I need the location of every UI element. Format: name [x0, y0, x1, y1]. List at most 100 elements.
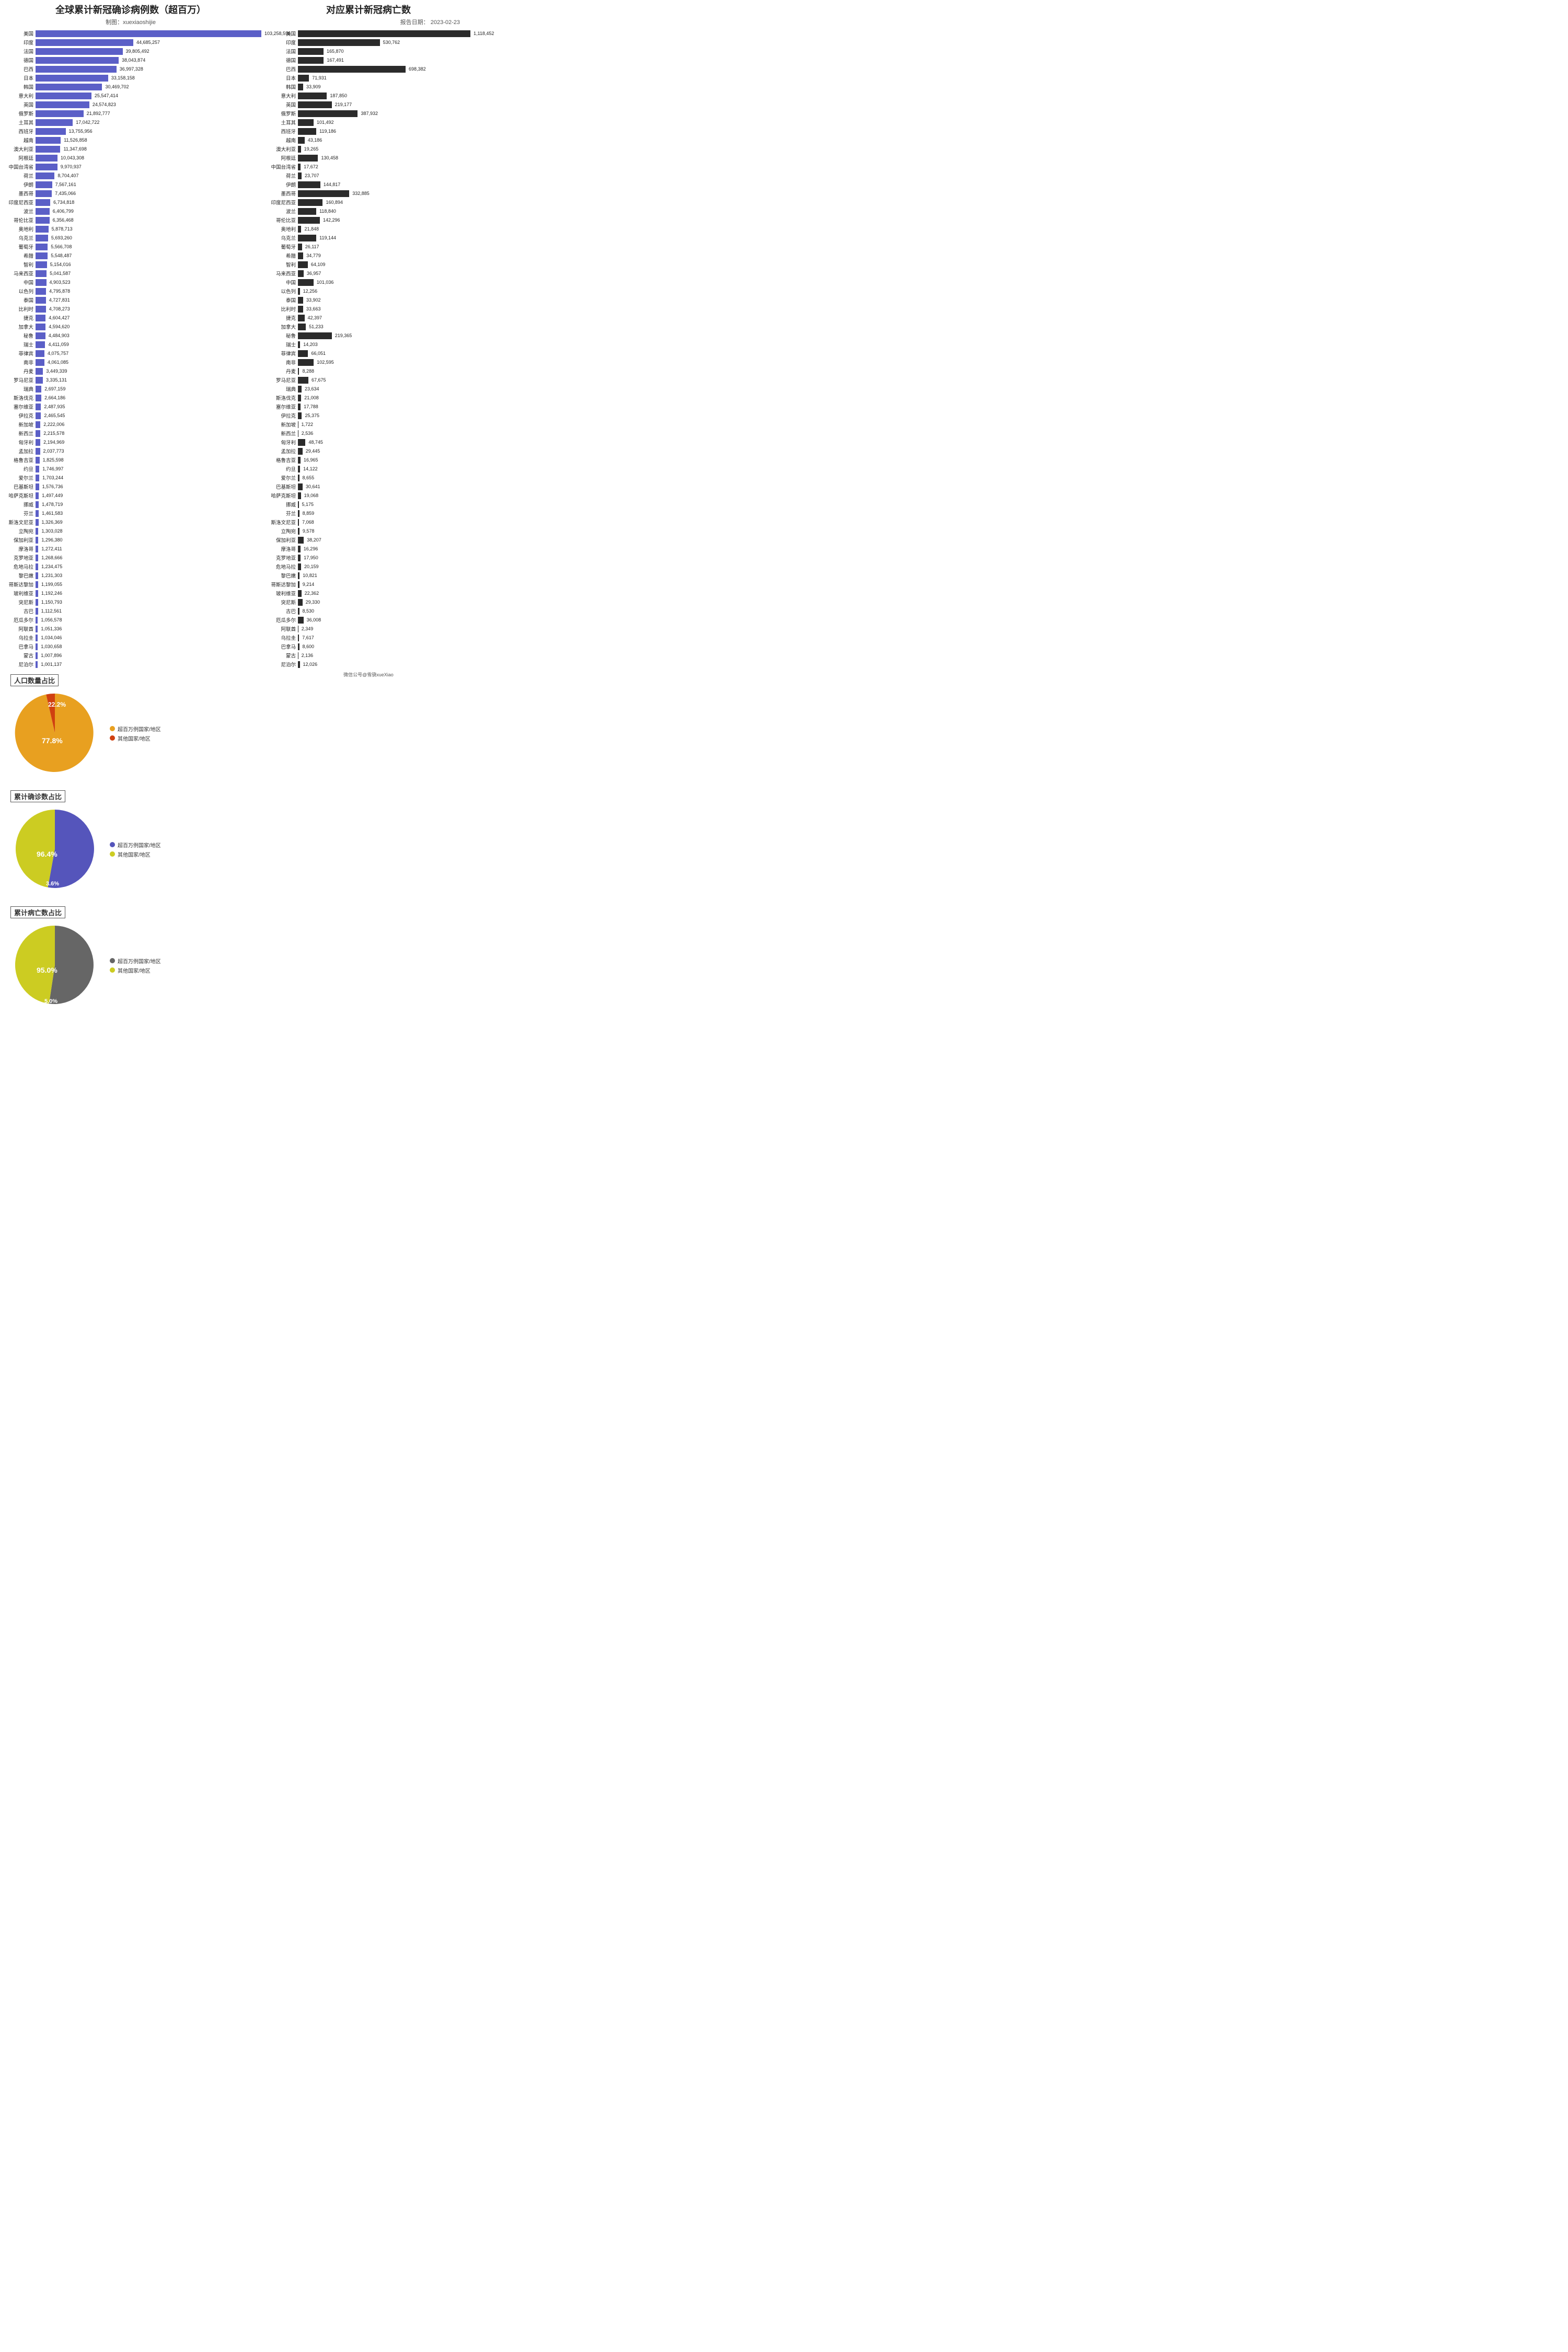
left-bar-fill — [36, 217, 50, 224]
right-bar-row: 匈牙利 48,745 — [267, 438, 470, 446]
left-bar-value: 1,001,137 — [41, 662, 62, 667]
right-bar-value: 101,492 — [317, 120, 334, 125]
right-bar-fill — [298, 261, 308, 268]
left-bar-fill — [36, 528, 38, 535]
right-bar-row: 乌克兰 119,144 — [267, 234, 470, 242]
left-bar-track: 6,356,468 — [36, 217, 261, 224]
right-bar-value: 29,445 — [306, 448, 320, 454]
right-bar-row: 俄罗斯 387,932 — [267, 109, 470, 118]
right-bar-fill — [298, 457, 301, 464]
right-bar-row: 奥地利 21,848 — [267, 225, 470, 233]
right-bar-fill — [298, 172, 302, 179]
right-bar-row: 瑞士 14,203 — [267, 340, 470, 349]
right-bar-value: 64,109 — [311, 262, 326, 267]
right-bar-row: 阿根廷 130,458 — [267, 154, 470, 162]
right-bar-label: 印度 — [267, 39, 298, 46]
left-bar-row: 挪威 1,478,719 — [0, 500, 261, 509]
left-bar-fill — [36, 39, 133, 46]
left-bar-value: 2,215,578 — [43, 431, 64, 436]
right-bar-row: 伊朗 144,817 — [267, 180, 470, 189]
left-bar-fill — [36, 448, 40, 455]
left-bar-track: 5,878,713 — [36, 226, 261, 233]
left-bar-value: 5,693,260 — [51, 235, 72, 240]
left-bar-row: 阿联酋 1,051,336 — [0, 625, 261, 633]
right-bar-row: 罗马尼亚 67,675 — [267, 376, 470, 384]
left-bar-fill — [36, 635, 38, 641]
right-bar-track: 23,634 — [298, 386, 470, 393]
left-bar-value: 4,484,903 — [49, 333, 70, 338]
left-bar-value: 1,497,449 — [42, 493, 63, 498]
left-bar-fill — [36, 110, 84, 117]
right-bar-value: 22,362 — [305, 591, 319, 596]
right-bar-track: 219,177 — [298, 101, 470, 108]
left-bar-track: 33,158,158 — [36, 75, 261, 82]
right-bar-row: 新加坡 1,722 — [267, 420, 470, 429]
left-bar-value: 2,487,935 — [44, 404, 65, 409]
left-bar-row: 哈萨克斯坦 1,497,449 — [0, 491, 261, 500]
right-bar-value: 101,036 — [317, 280, 334, 285]
left-bar-track: 1,746,997 — [36, 466, 261, 472]
right-bar-label: 加拿大 — [267, 323, 298, 330]
left-bar-fill — [36, 439, 40, 446]
left-bar-label: 挪威 — [0, 501, 36, 508]
left-bar-row: 阿根廷 10,043,308 — [0, 154, 261, 162]
right-bar-track: 1,722 — [298, 421, 470, 428]
left-bar-track: 4,708,273 — [36, 306, 261, 313]
right-bar-label: 突尼斯 — [267, 598, 298, 606]
right-bar-value: 29,330 — [306, 599, 320, 605]
pie2-svg: 96.4% 3.6% — [10, 804, 99, 896]
left-bar-track: 1,497,449 — [36, 492, 261, 499]
left-bar-row: 玻利维亚 1,192,246 — [0, 589, 261, 597]
left-bar-value: 1,192,246 — [41, 591, 62, 596]
right-bar-fill — [298, 572, 299, 579]
left-bar-track: 4,795,878 — [36, 288, 261, 295]
left-bar-label: 澳大利亚 — [0, 145, 36, 153]
right-bar-fill — [298, 590, 302, 597]
left-bar-label: 格鲁吉亚 — [0, 456, 36, 464]
left-bar-label: 捷克 — [0, 314, 36, 321]
left-bar-row: 芬兰 1,461,583 — [0, 509, 261, 517]
left-bar-value: 3,449,339 — [46, 368, 67, 374]
right-bar-value: 187,850 — [330, 93, 347, 98]
left-bar-row: 丹麦 3,449,339 — [0, 367, 261, 375]
left-bar-label: 韩国 — [0, 83, 36, 90]
left-bar-label: 墨西哥 — [0, 190, 36, 197]
right-bar-fill — [298, 235, 316, 241]
right-bar-track: 5,175 — [298, 501, 470, 508]
left-bar-label: 匈牙利 — [0, 439, 36, 446]
left-bar-fill — [36, 395, 41, 401]
right-bar-label: 葡萄牙 — [267, 243, 298, 250]
left-bar-label: 比利时 — [0, 305, 36, 313]
right-bar-track: 8,288 — [298, 368, 470, 375]
right-bar-label: 斯洛文尼亚 — [267, 518, 298, 526]
right-bar-track: 51,233 — [298, 324, 470, 330]
left-bar-label: 斯洛文尼亚 — [0, 518, 36, 526]
right-bar-fill — [298, 146, 301, 153]
right-bar-fill — [298, 279, 314, 286]
right-title: 对应累计新冠病亡数 — [267, 3, 470, 16]
right-bar-row: 意大利 187,850 — [267, 91, 470, 100]
left-bar-fill — [36, 199, 50, 206]
left-bar-value: 4,727,831 — [49, 297, 70, 303]
left-bar-value: 4,708,273 — [49, 306, 70, 312]
right-bar-fill — [298, 341, 300, 348]
left-bar-label: 巴西 — [0, 65, 36, 73]
right-bar-label: 意大利 — [267, 92, 298, 99]
right-bar-track: 12,256 — [298, 288, 470, 295]
left-bar-track: 2,487,935 — [36, 403, 261, 410]
left-bar-value: 1,461,583 — [42, 511, 63, 516]
left-bar-label: 菲律宾 — [0, 350, 36, 357]
right-bar-track: 165,870 — [298, 48, 470, 55]
right-bar-fill — [298, 101, 332, 108]
right-bar-row: 芬兰 8,859 — [267, 509, 470, 517]
right-bar-label: 哈萨克斯坦 — [267, 492, 298, 499]
left-bar-track: 1,034,046 — [36, 635, 261, 641]
left-bar-row: 危地马拉 1,234,475 — [0, 562, 261, 571]
right-bar-row: 乌拉圭 7,617 — [267, 633, 470, 642]
left-bar-value: 3,335,131 — [46, 377, 67, 383]
right-bar-fill — [298, 48, 324, 55]
right-bar-fill — [298, 581, 299, 588]
right-bar-track: 17,788 — [298, 403, 470, 410]
right-bar-label: 秘鲁 — [267, 332, 298, 339]
left-bar-row: 约旦 1,746,997 — [0, 465, 261, 473]
